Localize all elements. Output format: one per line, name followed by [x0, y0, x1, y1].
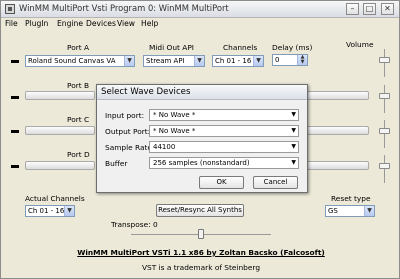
cancel-button[interactable]: Cancel — [253, 176, 298, 189]
slider-track — [384, 49, 385, 77]
chevron-down-icon: ▼ — [124, 56, 134, 66]
chevron-down-icon: ▼ — [253, 56, 263, 66]
port-d-volume-slider[interactable] — [379, 155, 390, 183]
port-b-delay-field[interactable] — [307, 91, 369, 100]
chevron-down-icon: ▼ — [194, 56, 204, 66]
app-icon — [5, 4, 15, 14]
chevron-down-icon: ▼ — [64, 206, 74, 216]
buffer-select[interactable]: 256 samples (nonstandard) ▼ — [149, 157, 299, 169]
port-a-device-select[interactable]: Roland Sound Canvas VA ▼ — [25, 55, 135, 67]
port-b-volume-slider[interactable] — [379, 85, 390, 113]
output-port-select[interactable]: * No Wave * ▼ — [149, 125, 299, 137]
title-bar[interactable]: WinMM MultiPort Vsti Program 0: WinMM Mu… — [1, 1, 399, 18]
buffer-label: Buffer — [105, 159, 128, 168]
menu-bar: File PlugIn Engine Devices View Help — [1, 18, 399, 29]
reset-type-select[interactable]: GS ▼ — [325, 205, 375, 217]
menu-engine[interactable]: Engine — [57, 19, 83, 28]
trademark-text: VST is a trademark of Steinberg — [141, 263, 261, 272]
midi-api-select[interactable]: Stream API ▼ — [143, 55, 205, 67]
chevron-down-icon: ▼ — [364, 206, 374, 216]
port-d-device-select[interactable] — [25, 161, 95, 170]
port-b-device-select[interactable] — [25, 91, 95, 100]
transpose-label: Transpose: 0 — [111, 220, 158, 229]
sample-rate-label: Sample Rate: — [105, 143, 155, 152]
transpose-slider-thumb[interactable] — [198, 229, 204, 239]
port-c-volume-slider[interactable] — [379, 120, 390, 148]
menu-devices[interactable]: Devices — [86, 19, 116, 28]
actual-channels-label: Actual Channels — [25, 194, 85, 203]
reset-type-value: GS — [328, 207, 338, 215]
port-d-indicator — [11, 165, 19, 168]
actual-channels-value: Ch 01 - 16 — [28, 207, 65, 215]
ok-button[interactable]: OK — [199, 176, 244, 189]
main-window: WinMM MultiPort Vsti Program 0: WinMM Mu… — [0, 0, 400, 279]
reset-resync-button[interactable]: Reset/Resync All Synths — [156, 204, 244, 217]
slider-track — [384, 120, 385, 148]
chevron-down-icon: ▼ — [291, 127, 296, 134]
port-a-label: Port A — [67, 43, 90, 52]
spinner-arrows-icon[interactable]: ▲ ▼ — [297, 55, 307, 65]
buffer-value: 256 samples (nonstandard) — [153, 159, 250, 167]
input-port-select[interactable]: * No Wave * ▼ — [149, 109, 299, 121]
volume-label: Volume — [346, 40, 374, 49]
port-d-label: Port D — [67, 150, 90, 159]
reset-type-label: Reset type — [331, 194, 371, 203]
maximize-button[interactable]: □ — [363, 3, 376, 15]
port-a-volume-slider[interactable] — [379, 49, 390, 77]
slider-track — [384, 155, 385, 183]
chevron-down-icon: ▼ — [291, 143, 296, 150]
slider-thumb[interactable] — [379, 163, 390, 169]
close-button[interactable]: ✕ — [381, 3, 394, 15]
midi-api-value: Stream API — [146, 57, 185, 65]
port-a-indicator — [11, 60, 19, 63]
port-b-label: Port B — [67, 81, 90, 90]
delay-value: 0 — [275, 56, 280, 64]
menu-plugin[interactable]: PlugIn — [25, 19, 48, 28]
output-port-value: * No Wave * — [153, 127, 196, 135]
sample-rate-value: 44100 — [153, 143, 176, 151]
menu-view[interactable]: View — [117, 19, 135, 28]
port-c-label: Port C — [67, 115, 90, 124]
sample-rate-select[interactable]: 44100 ▼ — [149, 141, 299, 153]
port-b-indicator — [11, 96, 19, 99]
output-port-label: Output Port: — [105, 127, 151, 136]
slider-track — [384, 85, 385, 113]
slider-thumb[interactable] — [379, 128, 390, 134]
slider-thumb[interactable] — [379, 57, 390, 63]
select-wave-devices-dialog: Select Wave Devices Input port: * No Wav… — [96, 84, 308, 193]
credit-link[interactable]: WinMM MultiPort VSTi 1.1 x86 by Zoltan B… — [1, 248, 400, 257]
port-c-indicator — [11, 130, 19, 133]
port-a-device-value: Roland Sound Canvas VA — [28, 57, 116, 65]
input-port-value: * No Wave * — [153, 111, 196, 119]
actual-channels-select[interactable]: Ch 01 - 16 ▼ — [25, 205, 75, 217]
chevron-down-icon: ▼ — [291, 111, 296, 118]
channels-label: Channels — [223, 43, 258, 52]
port-c-device-select[interactable] — [25, 126, 95, 135]
dialog-title[interactable]: Select Wave Devices — [97, 85, 307, 100]
midi-out-api-label: Midi Out API — [149, 43, 194, 52]
slider-thumb[interactable] — [379, 93, 390, 99]
delay-spinner[interactable]: 0 ▲ ▼ — [272, 54, 308, 66]
delay-label: Delay (ms) — [272, 43, 313, 52]
input-port-label: Input port: — [105, 111, 145, 120]
minimize-button[interactable]: – — [346, 3, 359, 15]
menu-help[interactable]: Help — [141, 19, 158, 28]
channels-select[interactable]: Ch 01 - 16 ▼ — [212, 55, 264, 67]
chevron-down-icon: ▼ — [291, 159, 296, 166]
menu-file[interactable]: File — [5, 19, 18, 28]
port-d-delay-field[interactable] — [307, 161, 369, 170]
window-title: WinMM MultiPort Vsti Program 0: WinMM Mu… — [19, 3, 229, 13]
channels-value: Ch 01 - 16 — [215, 57, 252, 65]
port-c-delay-field[interactable] — [307, 126, 369, 135]
